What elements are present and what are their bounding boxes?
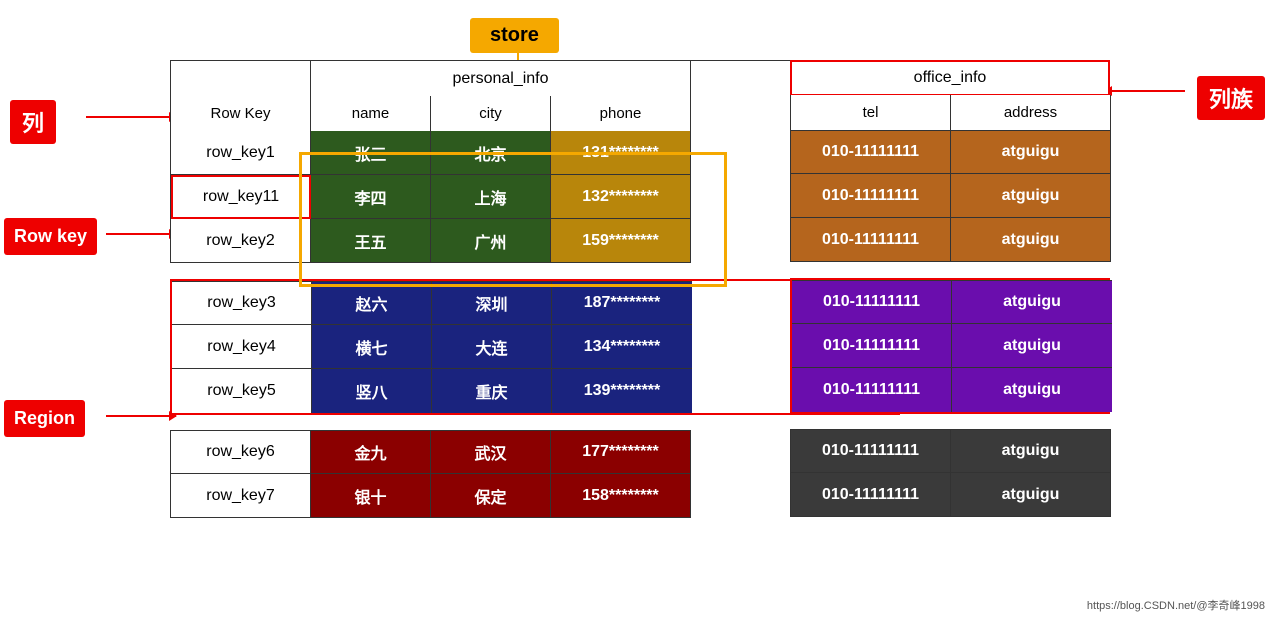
table-row: 大连 [432, 325, 552, 369]
table-row: 010-11111111 [792, 324, 952, 368]
table-row: 010-11111111 [791, 174, 951, 218]
table-row: 金九 [311, 430, 431, 474]
table-row: row_key6 [171, 430, 311, 474]
header-personal-info: personal_info [311, 61, 691, 97]
right-table: office_info tel address 010-11111111 atg… [790, 60, 1115, 517]
header-tel: tel [791, 95, 951, 131]
table-row: row_key5 [172, 369, 312, 413]
table-row: row_key7 [171, 474, 311, 518]
arrow-liezu-line [1105, 90, 1185, 92]
header-office-info: office_info [790, 60, 1110, 96]
table-row: 010-11111111 [792, 280, 952, 324]
table-row: row_key3 [172, 281, 312, 325]
arrow-rowkey [106, 233, 176, 235]
table-row: atguigu [951, 218, 1111, 262]
table-row: row_key1 [171, 131, 311, 175]
header-phone: phone [551, 96, 691, 132]
table-row: row_key2 [171, 219, 311, 263]
header-rowkey: Row Key [171, 96, 311, 132]
label-liezu: 列族 [1197, 76, 1265, 120]
table-row: 177******** [551, 430, 691, 474]
header-empty [171, 61, 311, 97]
table-row: atguigu [951, 473, 1111, 517]
table-row: 竖八 [312, 369, 432, 413]
main-container: store 列 Row key Region 列族 personal_info … [0, 0, 1275, 621]
table-row: atguigu [951, 174, 1111, 218]
store-label: store [470, 18, 559, 53]
table-row: 武汉 [431, 430, 551, 474]
table-row: 重庆 [432, 369, 552, 413]
table-row: 187******** [552, 281, 692, 325]
table-row: 139******** [552, 369, 692, 413]
table-row: 131******** [551, 131, 691, 175]
table-row: 王五 [311, 219, 431, 263]
table-row: atguigu [951, 130, 1111, 174]
label-region: Region [4, 400, 85, 437]
table-row: atguigu [952, 368, 1112, 412]
watermark: https://blog.CSDN.net/@李奇峰1998 [1087, 597, 1265, 613]
table-row: 134******** [552, 325, 692, 369]
table-row: 横七 [312, 325, 432, 369]
table-row: 158******** [551, 474, 691, 518]
table-row: 010-11111111 [791, 130, 951, 174]
label-rowkey: Row key [4, 218, 97, 255]
arrow-region [106, 415, 176, 417]
table-row: atguigu [952, 280, 1112, 324]
table-row: 010-11111111 [791, 473, 951, 517]
table-row: 广州 [431, 219, 551, 263]
header-city: city [431, 96, 551, 132]
arrow-lie [86, 116, 176, 118]
table-row: 银十 [311, 474, 431, 518]
table-row: 保定 [431, 474, 551, 518]
header-name: name [311, 96, 431, 132]
label-lie: 列 [10, 100, 56, 144]
table-row: atguigu [951, 429, 1111, 473]
table-row: 132******** [551, 175, 691, 219]
table-row: 深圳 [432, 281, 552, 325]
table-row: 159******** [551, 219, 691, 263]
table-row: 010-11111111 [792, 368, 952, 412]
table-row: row_key4 [172, 325, 312, 369]
table-row: 李四 [311, 175, 431, 219]
table-row: 赵六 [312, 281, 432, 325]
table-row: 张三 [311, 131, 431, 175]
table-row: 010-11111111 [791, 218, 951, 262]
table-row: 010-11111111 [791, 429, 951, 473]
table-row: atguigu [952, 324, 1112, 368]
table-row: row_key11 [171, 175, 311, 219]
header-address: address [951, 95, 1111, 131]
table-row: 北京 [431, 131, 551, 175]
table-row: 上海 [431, 175, 551, 219]
